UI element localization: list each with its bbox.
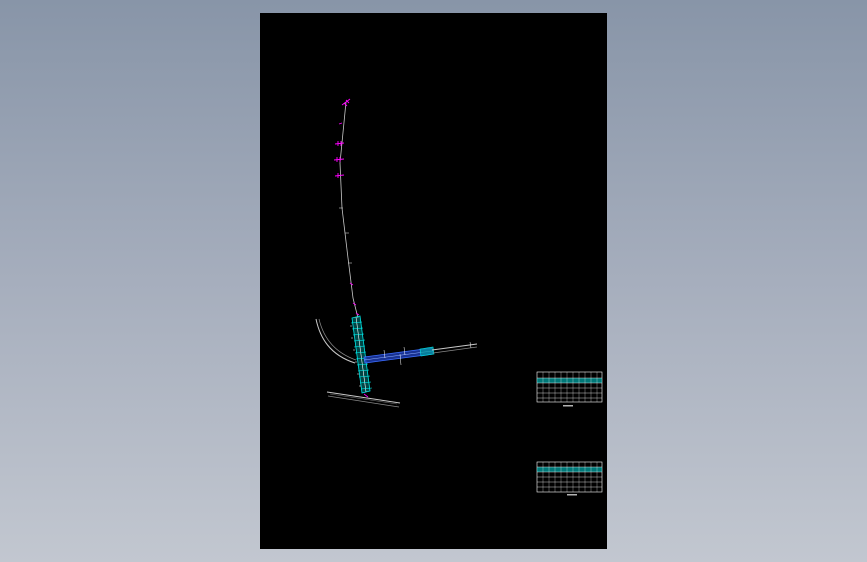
table-title-smudge bbox=[563, 405, 573, 407]
annotation-marker bbox=[338, 122, 343, 125]
bottom-road-line bbox=[329, 393, 398, 405]
curved-road bbox=[315, 318, 357, 364]
main-alignment bbox=[339, 101, 359, 319]
table-header-band bbox=[537, 378, 602, 383]
vertical-structure bbox=[350, 312, 373, 398]
alignment-line bbox=[339, 101, 359, 319]
span-extension-line bbox=[432, 346, 478, 354]
bottom-road bbox=[326, 391, 401, 408]
horizontal-span-end bbox=[419, 346, 435, 357]
curved-road-outer bbox=[315, 318, 356, 364]
cad-viewport[interactable] bbox=[0, 0, 867, 562]
annotation-marker bbox=[334, 173, 345, 178]
annotation-marker bbox=[341, 98, 351, 107]
annotation-marker bbox=[334, 141, 345, 146]
table-border bbox=[536, 371, 603, 403]
drawing-canvas bbox=[315, 98, 603, 496]
drawing-sheet[interactable] bbox=[260, 13, 607, 549]
data-table-2 bbox=[536, 461, 603, 496]
annotation-markers bbox=[333, 98, 351, 178]
table-title-smudge bbox=[567, 494, 577, 496]
data-table-1 bbox=[536, 371, 603, 407]
table-header-band bbox=[537, 467, 602, 472]
horizontal-span bbox=[363, 341, 478, 366]
annotation-marker bbox=[333, 157, 345, 162]
